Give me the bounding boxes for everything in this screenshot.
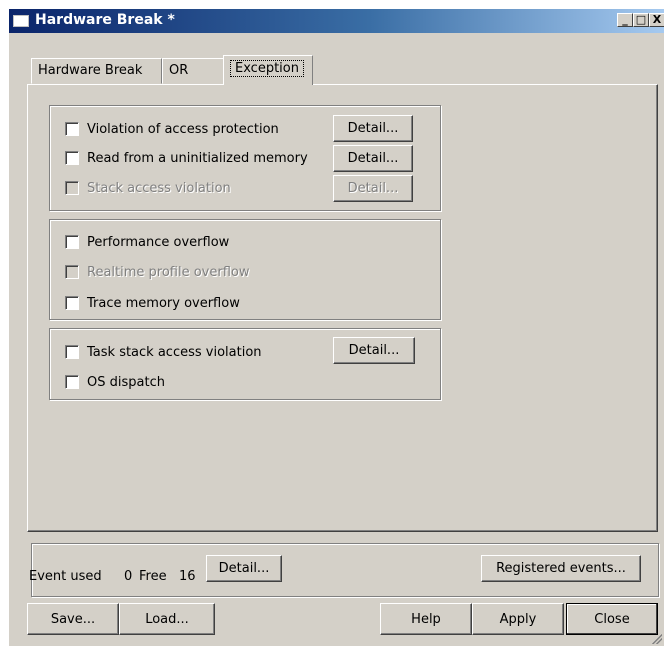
checkbox-read-uninitialized-memory[interactable]: Read from a uninitialized memory: [65, 149, 308, 167]
checkbox-performance-overflow[interactable]: Performance overflow: [65, 233, 229, 251]
checkbox-box: [65, 181, 79, 195]
event-used-value: 0: [124, 569, 133, 584]
detail-button-uninitialized-memory[interactable]: Detail...: [333, 145, 413, 172]
tab-or[interactable]: OR: [162, 58, 224, 84]
app-icon: [13, 15, 29, 27]
checkbox-label: Realtime profile overflow: [87, 264, 250, 280]
window-controls: _ □ X: [617, 13, 664, 27]
event-detail-button[interactable]: Detail...: [206, 555, 282, 582]
checkbox-stack-access-violation: Stack access violation: [65, 179, 231, 197]
checkbox-box[interactable]: [65, 151, 79, 165]
checkbox-box[interactable]: [65, 345, 79, 359]
checkbox-box[interactable]: [65, 122, 79, 136]
maximize-icon[interactable]: □: [633, 13, 649, 27]
checkbox-label: Task stack access violation: [87, 344, 262, 360]
checkbox-violation-access-protection[interactable]: Violation of access protection: [65, 120, 279, 138]
dialog-window: Hardware Break * _ □ X Hardware Break OR…: [8, 8, 664, 646]
free-label: Free: [139, 569, 167, 584]
window-title: Hardware Break *: [35, 12, 175, 28]
free-value: 16: [179, 569, 196, 584]
checkbox-task-stack-access-violation[interactable]: Task stack access violation: [65, 343, 262, 361]
help-button[interactable]: Help: [380, 603, 472, 635]
resize-grip-icon[interactable]: [652, 634, 662, 644]
event-used-label: Event used: [29, 569, 102, 584]
load-button[interactable]: Load...: [119, 603, 215, 635]
checkbox-realtime-profile-overflow: Realtime profile overflow: [65, 263, 250, 281]
checkbox-label: OS dispatch: [87, 374, 165, 390]
detail-button-access-protection[interactable]: Detail...: [333, 115, 413, 142]
checkbox-label: Violation of access protection: [87, 121, 279, 137]
apply-button[interactable]: Apply: [472, 603, 564, 635]
checkbox-label: Read from a uninitialized memory: [87, 150, 308, 166]
tab-hardware-break[interactable]: Hardware Break: [31, 58, 162, 84]
tab-exception-label: Exception: [230, 60, 304, 77]
checkbox-label: Performance overflow: [87, 234, 230, 250]
checkbox-label: Trace memory overflow: [87, 295, 240, 311]
checkbox-box[interactable]: [65, 296, 79, 310]
detail-button-task-stack[interactable]: Detail...: [333, 337, 415, 364]
tab-exception[interactable]: Exception: [223, 55, 313, 85]
checkbox-box[interactable]: [65, 375, 79, 389]
checkbox-trace-memory-overflow[interactable]: Trace memory overflow: [65, 294, 240, 312]
registered-events-button[interactable]: Registered events...: [481, 555, 641, 582]
detail-button-stack-access: Detail...: [333, 175, 413, 202]
minimize-icon[interactable]: _: [617, 13, 633, 27]
checkbox-box: [65, 265, 79, 279]
checkbox-os-dispatch[interactable]: OS dispatch: [65, 373, 165, 391]
save-button[interactable]: Save...: [27, 603, 119, 635]
title-bar[interactable]: Hardware Break * _ □ X: [9, 9, 664, 33]
close-icon[interactable]: X: [649, 13, 664, 27]
checkbox-box[interactable]: [65, 235, 79, 249]
checkbox-label: Stack access violation: [87, 180, 231, 196]
close-button[interactable]: Close: [566, 603, 658, 635]
